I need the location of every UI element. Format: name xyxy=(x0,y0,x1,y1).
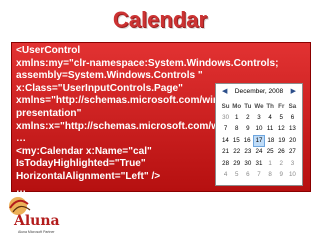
day-of-week: Su xyxy=(221,103,230,111)
code-line: … xyxy=(16,133,27,145)
code-line: xmlns:my="clr-namespace:System.Windows.C… xyxy=(16,57,279,69)
calendar-day[interactable]: 20 xyxy=(287,136,298,146)
calendar-day[interactable]: 4 xyxy=(265,113,276,123)
calendar-day[interactable]: 13 xyxy=(287,124,298,134)
calendar-day[interactable]: 16 xyxy=(242,136,253,146)
calendar-day[interactable]: 10 xyxy=(287,170,298,180)
calendar-month-label[interactable]: December, 2008 xyxy=(235,88,283,95)
calendar-day[interactable]: 8 xyxy=(265,170,276,180)
day-of-week: Mo xyxy=(232,103,242,111)
code-line: xmlns:x="http://schemas.microsoft.com/wi… xyxy=(16,120,293,132)
calendar-grid: Su Mo Tu We Th Fr Sa 30 1 2 3 4 5 6 7 8 9 10 11 12 13… xyxy=(220,101,298,181)
calendar-day[interactable]: 31 xyxy=(253,159,264,169)
calendar-control: ◀ December, 2008 ▶ Su Mo Tu We Th Fr Sa … xyxy=(215,83,303,186)
code-line: x:Class="UserInputControls.Page" xyxy=(16,82,183,94)
calendar-day[interactable]: 7 xyxy=(220,124,231,134)
aluna-logo: Aluna Aluna Microsoft Partner xyxy=(4,194,66,238)
calendar-day[interactable]: 19 xyxy=(276,136,287,146)
calendar-day[interactable]: 25 xyxy=(265,147,276,157)
code-line: xmlns="http://schemas.microsoft.com/winf… xyxy=(16,95,282,107)
calendar-day[interactable]: 8 xyxy=(231,124,242,134)
logo-tagline: Aluna Microsoft Partner xyxy=(18,230,55,234)
calendar-day[interactable]: 11 xyxy=(265,124,276,134)
calendar-day[interactable]: 7 xyxy=(253,170,264,180)
day-of-week: Tu xyxy=(244,103,252,111)
calendar-day[interactable]: 10 xyxy=(253,124,264,134)
calendar-day[interactable]: 15 xyxy=(231,136,242,146)
calendar-day[interactable]: 6 xyxy=(242,170,253,180)
next-month-icon[interactable]: ▶ xyxy=(291,85,296,99)
calendar-day[interactable]: 1 xyxy=(231,113,242,123)
calendar-day[interactable]: 9 xyxy=(276,170,287,180)
code-line: <UserControl xyxy=(16,45,81,56)
calendar-day[interactable]: 5 xyxy=(231,170,242,180)
code-line: HorizontalAlignment="Left" /> xyxy=(16,170,161,182)
calendar-week-row: 7 8 9 10 11 12 13 xyxy=(220,124,298,135)
code-line: <my:Calendar x:Name="cal" xyxy=(16,145,152,157)
code-line: assembly=System.Windows.Controls " xyxy=(16,70,203,82)
code-line: IsTodayHighlighted="True" xyxy=(16,158,146,170)
calendar-day[interactable]: 26 xyxy=(276,147,287,157)
calendar-day[interactable]: 12 xyxy=(276,124,287,134)
calendar-day[interactable]: 27 xyxy=(287,147,298,157)
calendar-day[interactable]: 9 xyxy=(242,124,253,134)
day-of-week: We xyxy=(254,103,264,111)
day-of-week-row: Su Mo Tu We Th Fr Sa xyxy=(220,101,298,112)
calendar-day[interactable]: 28 xyxy=(220,159,231,169)
calendar-week-row: 21 22 23 24 25 26 27 xyxy=(220,147,298,158)
calendar-day[interactable]: 2 xyxy=(242,113,253,123)
calendar-header: ◀ December, 2008 ▶ xyxy=(217,85,301,99)
calendar-day[interactable]: 21 xyxy=(220,147,231,157)
calendar-day[interactable]: 4 xyxy=(220,170,231,180)
calendar-day[interactable]: 5 xyxy=(276,113,287,123)
code-block: <UserControl xmlns:my="clr-namespace:Sys… xyxy=(16,45,293,209)
calendar-week-row: 28 29 30 31 1 2 3 xyxy=(220,158,298,169)
calendar-day[interactable]: 14 xyxy=(220,136,231,146)
calendar-day[interactable]: 24 xyxy=(253,147,264,157)
calendar-day[interactable]: 2 xyxy=(276,159,287,169)
calendar-day[interactable]: 3 xyxy=(253,113,264,123)
logo-text: Aluna xyxy=(14,213,60,229)
calendar-week-row: 30 1 2 3 4 5 6 xyxy=(220,112,298,123)
calendar-day[interactable]: 1 xyxy=(265,159,276,169)
calendar-day[interactable]: 29 xyxy=(231,159,242,169)
calendar-day-today[interactable]: 17 xyxy=(252,134,266,147)
prev-month-icon[interactable]: ◀ xyxy=(222,85,227,99)
calendar-week-row: 14 15 16 17 18 19 20 xyxy=(220,134,298,147)
calendar-day[interactable]: 3 xyxy=(287,159,298,169)
calendar-day[interactable]: 18 xyxy=(265,136,276,146)
calendar-day[interactable]: 6 xyxy=(287,113,298,123)
calendar-day[interactable]: 30 xyxy=(220,113,231,123)
calendar-week-row: 4 5 6 7 8 9 10 xyxy=(220,169,298,180)
calendar-day[interactable]: 30 xyxy=(242,159,253,169)
day-of-week: Th xyxy=(266,103,274,111)
calendar-day[interactable]: 22 xyxy=(231,147,242,157)
day-of-week: Sa xyxy=(288,103,297,111)
calendar-day[interactable]: 23 xyxy=(242,147,253,157)
slide-title: Calendar xyxy=(112,7,208,32)
day-of-week: Fr xyxy=(278,103,285,111)
code-line: presentation" xyxy=(16,107,82,119)
